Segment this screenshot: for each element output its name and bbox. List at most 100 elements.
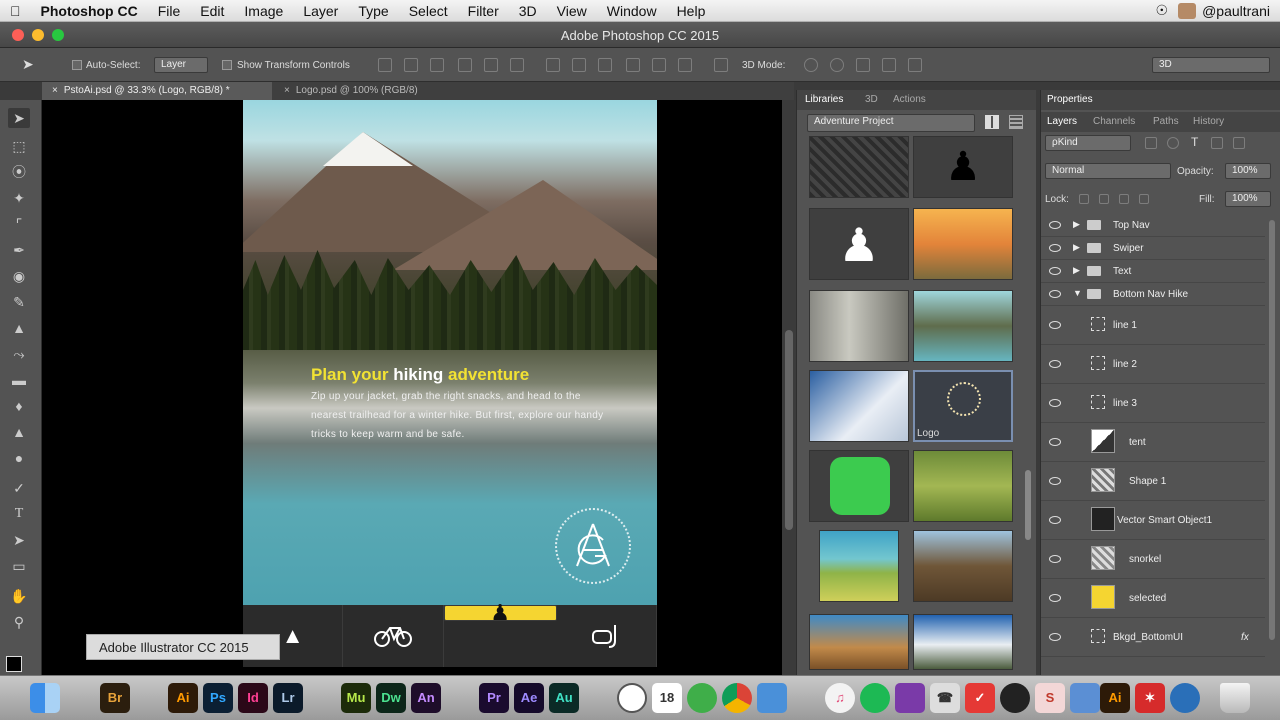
tab-libraries[interactable]: Libraries [805, 94, 843, 105]
podcast-icon[interactable] [895, 683, 925, 713]
library-item-cabin-field[interactable] [819, 530, 899, 602]
bridge-icon[interactable]: Br [100, 683, 130, 713]
layers-scrollbar[interactable] [1269, 220, 1275, 640]
layer-row-tent[interactable]: tent [1041, 423, 1265, 462]
show-transform-checkbox[interactable] [222, 60, 232, 70]
lock-pixels-icon[interactable] [1079, 194, 1089, 204]
layer-filter-dropdown[interactable]: ρKind [1045, 135, 1131, 151]
library-item-moose-sky[interactable] [809, 614, 909, 670]
clone-stamp-tool-icon[interactable]: ▲ [8, 318, 30, 338]
eyedropper-tool-icon[interactable]: ✒ [8, 240, 30, 260]
align-top-icon[interactable] [378, 58, 392, 72]
distribute-hcenter-icon[interactable] [652, 58, 666, 72]
chrome-icon[interactable] [722, 683, 752, 713]
visibility-eye-icon[interactable] [1049, 221, 1061, 229]
opacity-input[interactable]: 100% [1225, 163, 1271, 179]
tab-3d[interactable]: 3D [865, 94, 878, 105]
expand-arrow-icon[interactable]: ▶ [1073, 242, 1080, 253]
document-artwork[interactable]: Plan your hiking adventure Zip up your j… [243, 100, 657, 605]
visibility-eye-icon[interactable] [1049, 360, 1061, 368]
bike-icon[interactable] [343, 605, 444, 667]
indesign-icon[interactable]: Id [238, 683, 268, 713]
menu-edit[interactable]: Edit [190, 3, 234, 19]
layer-row-bottom-nav-hike[interactable]: ▼ Bottom Nav Hike [1041, 283, 1265, 306]
pen-tool-icon[interactable]: ✓ [8, 478, 30, 498]
blend-mode-dropdown[interactable]: Normal [1045, 163, 1171, 179]
clock-icon[interactable] [617, 683, 647, 713]
library-item-moose-field[interactable] [913, 450, 1013, 522]
lightroom-icon[interactable]: Lr [273, 683, 303, 713]
tab-history[interactable]: History [1193, 116, 1224, 127]
creative-cloud-icon[interactable]: ☉ [1146, 2, 1179, 19]
menu-layer[interactable]: Layer [293, 3, 348, 19]
filter-smart-icon[interactable] [1233, 137, 1245, 149]
dodge-tool-icon[interactable]: ● [8, 448, 30, 468]
layer-effects-icon[interactable]: fx [1241, 632, 1249, 643]
lock-position-icon[interactable] [1119, 194, 1129, 204]
tab-close-icon[interactable]: × [52, 85, 58, 96]
expand-arrow-icon[interactable]: ▶ [1073, 265, 1080, 276]
menu-window[interactable]: Window [597, 3, 667, 19]
evernote-icon[interactable] [687, 683, 717, 713]
tab-close-icon[interactable]: × [284, 85, 290, 96]
align-right-icon[interactable] [510, 58, 524, 72]
layer-row-snorkel[interactable]: snorkel [1041, 540, 1265, 579]
tab-pstoai[interactable]: × PstoAi.psd @ 33.3% (Logo, RGB/8) * [42, 82, 272, 100]
healing-brush-tool-icon[interactable]: ◉ [8, 266, 30, 286]
quick-select-tool-icon[interactable]: ✦ [8, 188, 30, 208]
user-name[interactable]: @paultrani [1202, 3, 1280, 19]
tab-actions[interactable]: Actions [893, 94, 926, 105]
align-left-icon[interactable] [458, 58, 472, 72]
grid-view-icon[interactable] [985, 115, 999, 129]
brush-tool-icon[interactable]: ✎ [8, 292, 30, 312]
distribute-left-icon[interactable] [626, 58, 640, 72]
stickies-icon[interactable]: S [1035, 683, 1065, 713]
visibility-eye-icon[interactable] [1049, 477, 1061, 485]
3d-rotate-icon[interactable] [804, 58, 818, 72]
distribute-bottom-icon[interactable] [598, 58, 612, 72]
3d-pan-icon[interactable] [856, 58, 870, 72]
lasso-tool-icon[interactable]: ⦿ [8, 162, 30, 182]
filter-adjustment-icon[interactable] [1167, 137, 1179, 149]
menu-filter[interactable]: Filter [458, 3, 509, 19]
library-item-messages-app[interactable] [809, 450, 909, 522]
lock-image-icon[interactable] [1099, 194, 1109, 204]
visibility-eye-icon[interactable] [1049, 267, 1061, 275]
paint-bucket-tool-icon[interactable]: ♦ [8, 396, 30, 416]
align-hcenter-icon[interactable] [484, 58, 498, 72]
visibility-eye-icon[interactable] [1049, 321, 1061, 329]
menu-select[interactable]: Select [399, 3, 458, 19]
pdf-icon[interactable]: ✶ [1135, 683, 1165, 713]
apple-icon[interactable]:  [0, 3, 31, 19]
layer-row-top-nav[interactable]: ▶ Top Nav [1041, 214, 1265, 237]
workspace-dropdown[interactable]: 3D [1152, 57, 1270, 73]
camera-icon[interactable] [1000, 683, 1030, 713]
menu-help[interactable]: Help [667, 3, 716, 19]
hiker-icon[interactable]: ♟ [443, 600, 557, 625]
library-item-snowy-peaks[interactable] [809, 370, 909, 442]
menu-file[interactable]: File [148, 3, 191, 19]
layer-row-selected[interactable]: selected [1041, 579, 1265, 618]
auto-align-icon[interactable] [714, 58, 728, 72]
move-tool-preset-icon[interactable]: ➤ [22, 56, 34, 73]
keynote-icon[interactable] [757, 683, 787, 713]
type-tool-icon[interactable]: T [8, 504, 30, 524]
distribute-vcenter-icon[interactable] [572, 58, 586, 72]
library-item-logo[interactable]: Logo [913, 370, 1013, 442]
layer-row-swiper[interactable]: ▶ Swiper [1041, 237, 1265, 260]
crop-tool-icon[interactable]: ⌜ [8, 214, 30, 234]
marquee-tool-icon[interactable]: ⬚ [8, 136, 30, 156]
3d-slide-icon[interactable] [882, 58, 896, 72]
photoshop-icon[interactable]: Ps [203, 683, 233, 713]
properties-title[interactable]: Properties [1047, 94, 1093, 105]
visibility-eye-icon[interactable] [1049, 633, 1061, 641]
menu-type[interactable]: Type [348, 3, 398, 19]
visibility-eye-icon[interactable] [1049, 594, 1061, 602]
expand-arrow-icon[interactable]: ▶ [1073, 219, 1080, 230]
visibility-eye-icon[interactable] [1049, 244, 1061, 252]
library-item-sunset-hiker[interactable] [913, 208, 1013, 280]
tab-layers[interactable]: Layers [1047, 116, 1077, 127]
finder-icon[interactable] [30, 683, 60, 713]
library-item-hiker-white[interactable]: ♟ [809, 208, 909, 280]
distribute-top-icon[interactable] [546, 58, 560, 72]
